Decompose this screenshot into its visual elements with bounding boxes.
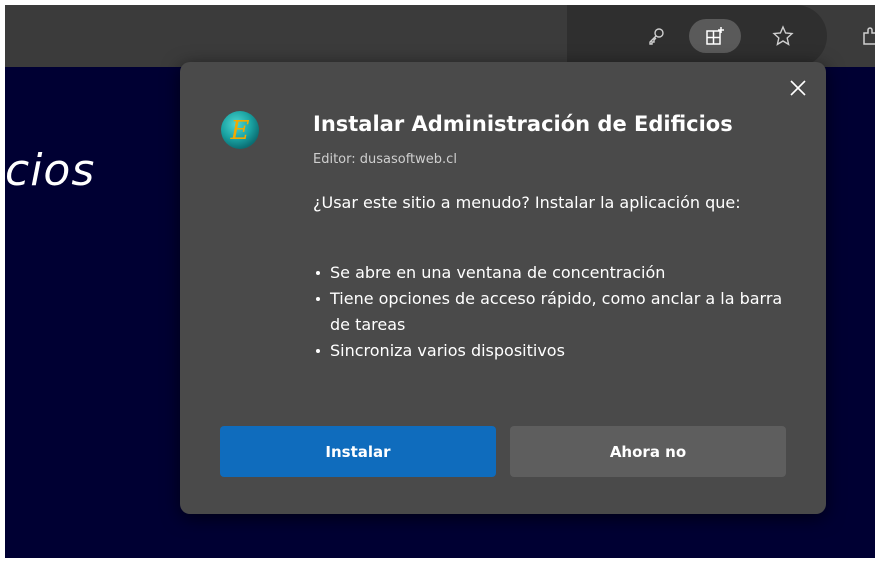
list-item: Tiene opciones de acceso rápido, como an… [313,286,793,338]
app-install-icon[interactable] [689,19,741,53]
list-item: Se abre en una ventana de concentración [313,260,793,286]
feature-list: Se abre en una ventana de concentración … [313,260,793,364]
page-heading-fragment: cios [5,145,96,196]
extensions-icon[interactable] [857,22,875,50]
bullet-icon [316,349,320,353]
dialog-title: Instalar Administración de Edificios [313,112,733,136]
bullet-icon [316,297,320,301]
bullet-icon [316,271,320,275]
publisher-label: Editor: dusasoftweb.cl [313,152,457,167]
app-logo-icon: E [220,110,260,150]
list-item: Sincroniza varios dispositivos [313,338,793,364]
browser-window: cios E Instalar Administración de Edific… [5,5,875,558]
svg-text:E: E [230,116,250,146]
not-now-button[interactable]: Ahora no [510,426,786,477]
install-button[interactable]: Instalar [220,426,496,477]
favorite-star-icon[interactable] [769,22,797,50]
install-prompt: ¿Usar este sitio a menudo? Instalar la a… [313,193,741,212]
close-icon[interactable] [786,76,810,100]
install-app-dialog: E Instalar Administración de Edificios E… [180,62,826,514]
key-icon[interactable] [642,22,670,50]
browser-toolbar [5,5,875,67]
